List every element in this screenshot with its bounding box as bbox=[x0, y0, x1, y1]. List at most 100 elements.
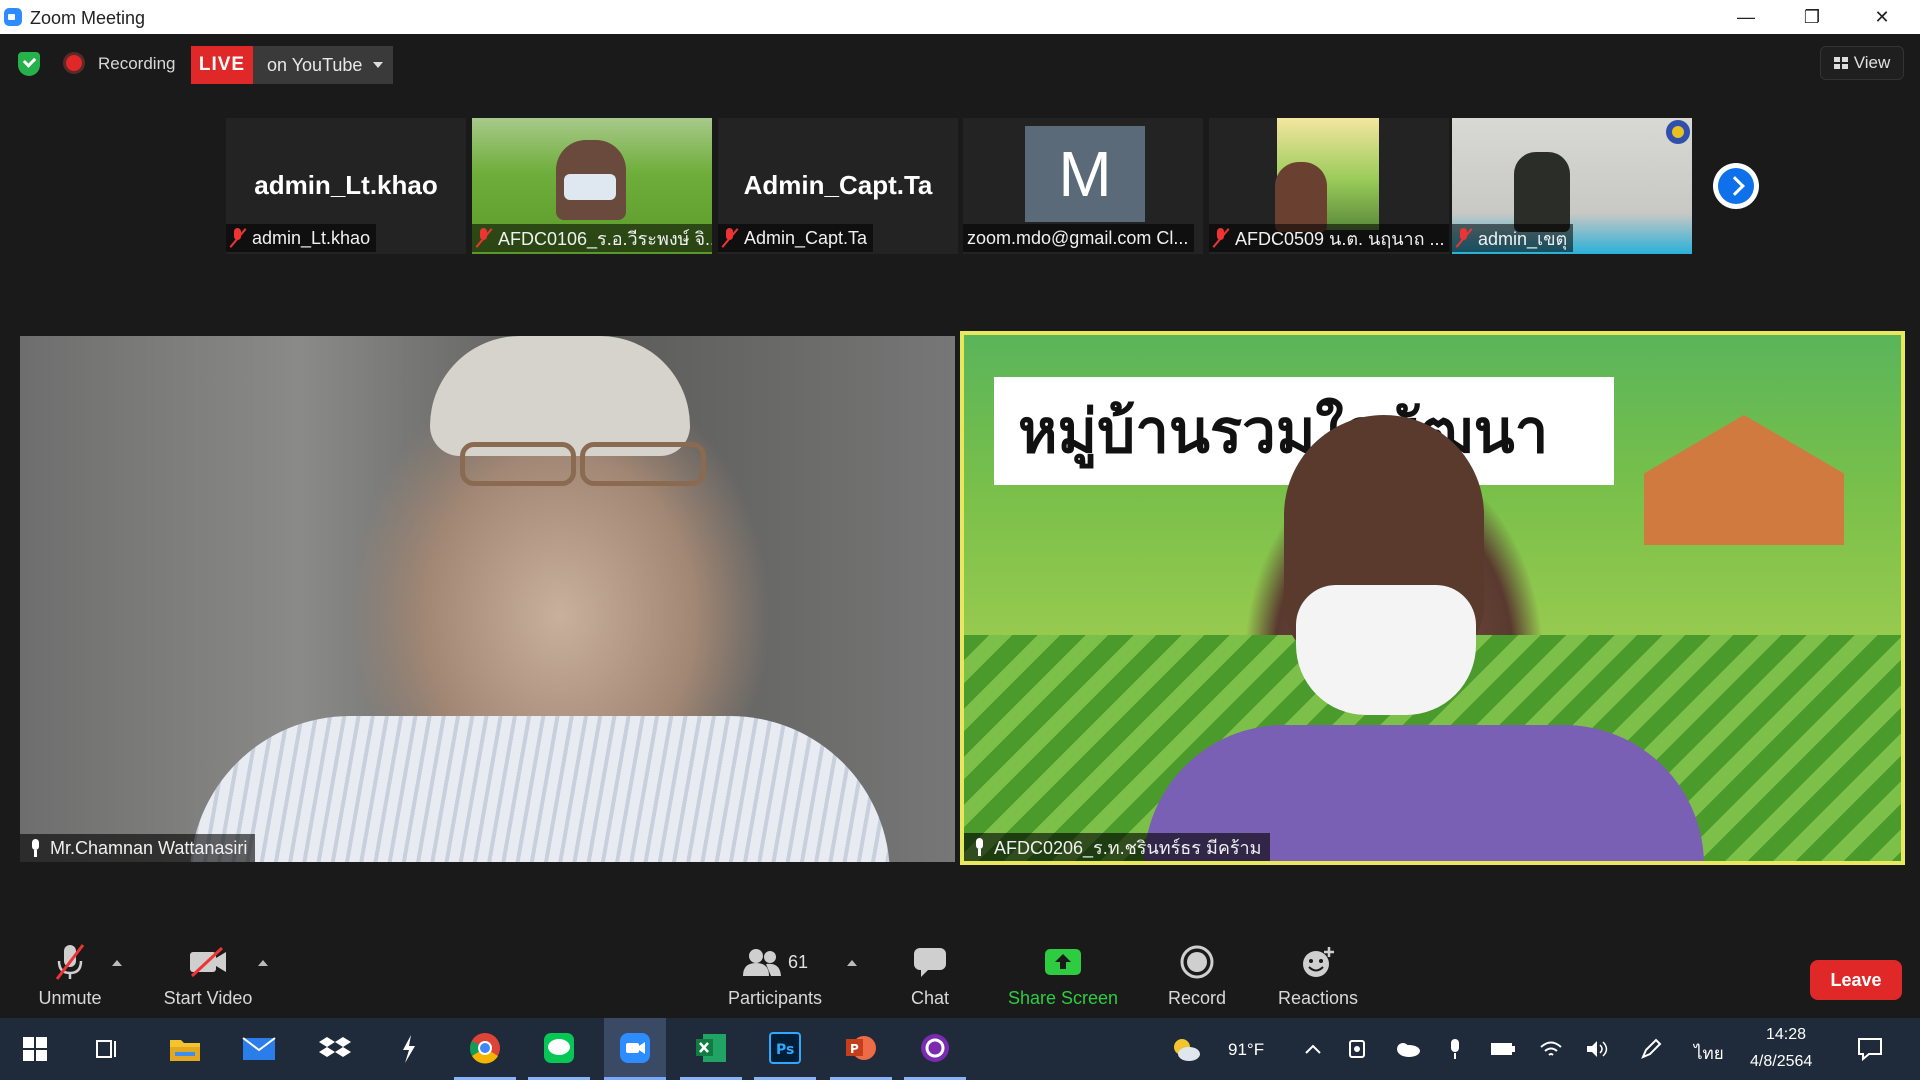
live-badge: LIVE bbox=[191, 46, 253, 84]
house-illustration bbox=[1644, 415, 1844, 545]
pdf-app-icon[interactable] bbox=[904, 1018, 966, 1080]
unmute-label: Unmute bbox=[38, 988, 102, 1008]
muted-mic-icon bbox=[1213, 228, 1229, 248]
reactions-label: Reactions bbox=[1277, 988, 1359, 1008]
share-screen-icon bbox=[1004, 942, 1122, 982]
participant-name-label: admin_Lt.khao bbox=[226, 224, 377, 252]
participant-thumbnail[interactable]: admin_Lt.khao admin_Lt.khao bbox=[226, 118, 466, 254]
participant-thumbnail[interactable]: admin_เขตุ bbox=[1452, 118, 1692, 254]
participant-face bbox=[1275, 162, 1327, 232]
face-mask bbox=[564, 174, 616, 200]
leave-button[interactable]: Leave bbox=[1810, 960, 1902, 1000]
video-tile-active-speaker[interactable]: หมู่บ้านรวมใจพัฒนา AFDC0206_ร.ท.ชรินทร์ธ… bbox=[960, 331, 1905, 865]
video-tile-left[interactable]: Mr.Chamnan Wattanasiri bbox=[20, 336, 955, 862]
mic-icon bbox=[972, 837, 986, 857]
onedrive-cloud-icon[interactable] bbox=[1390, 1018, 1424, 1080]
chevron-right-icon bbox=[1718, 168, 1754, 204]
participant-name-label: Admin_Capt.Ta bbox=[718, 224, 874, 252]
task-view-icon[interactable] bbox=[76, 1018, 138, 1080]
mic-icon bbox=[28, 838, 42, 858]
participant-thumbnail[interactable]: M zoom.mdo@gmail.com Cl... bbox=[963, 118, 1203, 254]
participants-icon: 61 bbox=[720, 942, 830, 982]
restore-button[interactable]: ❐ bbox=[1782, 0, 1842, 34]
mail-icon[interactable] bbox=[228, 1018, 290, 1080]
chat-button[interactable]: Chat bbox=[898, 942, 962, 1009]
clock-time[interactable]: 14:28 bbox=[1766, 1026, 1806, 1044]
start-video-button[interactable]: Start Video bbox=[156, 942, 260, 1009]
participant-thumbnail[interactable]: AFDC0509 น.ต. นฤนาถ ... bbox=[1209, 118, 1449, 254]
caret-down-icon bbox=[373, 62, 383, 68]
participant-name: admin_เขตุ bbox=[1478, 228, 1568, 249]
participant-video bbox=[1514, 152, 1570, 232]
participants-options-caret[interactable] bbox=[847, 960, 857, 966]
glasses bbox=[580, 442, 706, 486]
minimize-button[interactable]: — bbox=[1716, 0, 1776, 34]
participant-name-label: admin_เขตุ bbox=[1452, 224, 1574, 252]
participant-name-label: AFDC0206_ร.ท.ชรินทร์ธร มีคร้าม bbox=[964, 833, 1270, 861]
notification-center-icon[interactable] bbox=[1850, 1018, 1890, 1080]
clock-date[interactable]: 4/8/2564 bbox=[1750, 1053, 1812, 1071]
participant-name: AFDC0206_ร.ท.ชรินทร์ธร มีคร้าม bbox=[994, 837, 1262, 858]
participants-count: 61 bbox=[787, 951, 809, 972]
muted-mic-icon bbox=[30, 942, 110, 982]
weather-icon[interactable] bbox=[1166, 1018, 1206, 1080]
input-language[interactable]: ไทย bbox=[1694, 1040, 1724, 1067]
close-button[interactable]: ✕ bbox=[1852, 0, 1912, 34]
chevron-up-icon[interactable] bbox=[1298, 1018, 1328, 1080]
smiley-add-icon bbox=[1272, 942, 1364, 982]
share-screen-button[interactable]: Share Screen bbox=[1004, 942, 1122, 1009]
line-app-icon[interactable] bbox=[528, 1018, 590, 1080]
windows-start-icon[interactable] bbox=[4, 1018, 66, 1080]
view-button[interactable]: View bbox=[1820, 46, 1904, 80]
microphone-tray-icon[interactable] bbox=[1440, 1018, 1470, 1080]
audio-options-caret[interactable] bbox=[112, 960, 122, 966]
excel-icon[interactable] bbox=[680, 1018, 742, 1080]
view-label: View bbox=[1853, 53, 1891, 72]
photoshop-icon[interactable]: Ps bbox=[754, 1018, 816, 1080]
chat-label: Chat bbox=[910, 988, 950, 1008]
share-screen-label: Share Screen bbox=[1007, 988, 1119, 1008]
powerpoint-icon[interactable]: P bbox=[830, 1018, 892, 1080]
participant-hair bbox=[430, 336, 690, 456]
participant-name-label: zoom.mdo@gmail.com Cl... bbox=[963, 224, 1195, 252]
file-explorer-icon[interactable] bbox=[154, 1018, 216, 1080]
volume-icon[interactable] bbox=[1580, 1018, 1614, 1080]
dropbox-icon[interactable] bbox=[304, 1018, 366, 1080]
muted-mic-icon bbox=[722, 228, 738, 248]
participant-thumbnail[interactable]: AFDC0106_ร.อ.วีระพงษ์ จิ... bbox=[472, 118, 712, 254]
weather-temperature[interactable]: 91°F bbox=[1228, 1040, 1264, 1060]
participant-thumbnail[interactable]: Admin_Capt.Ta Admin_Capt.Ta bbox=[718, 118, 958, 254]
reactions-button[interactable]: Reactions bbox=[1272, 942, 1364, 1009]
next-page-button[interactable] bbox=[1713, 163, 1759, 209]
chat-bubble-icon bbox=[898, 942, 962, 982]
video-options-caret[interactable] bbox=[258, 960, 268, 966]
live-stream-dropdown[interactable]: on YouTube bbox=[253, 46, 393, 84]
pen-tray-icon[interactable] bbox=[1634, 1018, 1668, 1080]
glasses bbox=[460, 442, 576, 486]
battery-icon[interactable] bbox=[1486, 1018, 1520, 1080]
recording-label[interactable]: Recording bbox=[98, 54, 176, 74]
participant-name: admin_Lt.khao bbox=[252, 227, 371, 248]
muted-mic-icon bbox=[476, 228, 492, 248]
emblem-icon bbox=[1666, 120, 1690, 144]
participant-name-label: Mr.Chamnan Wattanasiri bbox=[20, 834, 256, 862]
start-video-label: Start Video bbox=[163, 988, 253, 1008]
participant-name: zoom.mdo@gmail.com Cl... bbox=[967, 227, 1189, 248]
participants-button[interactable]: 61 Participants bbox=[720, 942, 830, 1009]
unmute-button[interactable]: Unmute bbox=[30, 942, 110, 1009]
camera-tray-icon[interactable] bbox=[1342, 1018, 1372, 1080]
participant-name-label: AFDC0106_ร.อ.วีระพงษ์ จิ... bbox=[472, 224, 712, 252]
chrome-icon[interactable] bbox=[454, 1018, 516, 1080]
participant-shirt bbox=[190, 716, 890, 862]
wifi-icon[interactable] bbox=[1534, 1018, 1568, 1080]
svg-text:P: P bbox=[850, 1042, 859, 1056]
zoom-app-icon bbox=[4, 8, 22, 26]
video-off-icon bbox=[156, 942, 260, 982]
record-button[interactable]: Record bbox=[1160, 942, 1234, 1009]
participants-label: Participants bbox=[727, 988, 823, 1008]
face-mask bbox=[1296, 585, 1476, 715]
zoom-taskbar-icon[interactable] bbox=[604, 1018, 666, 1080]
recording-icon bbox=[66, 55, 82, 71]
encryption-shield-icon[interactable] bbox=[18, 52, 40, 76]
app-bolt-icon[interactable] bbox=[378, 1018, 440, 1080]
